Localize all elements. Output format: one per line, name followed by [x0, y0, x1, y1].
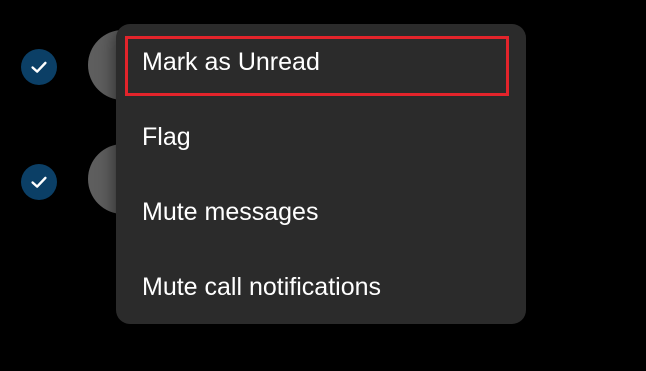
menu-item-mute-messages[interactable]: Mute messages: [116, 182, 526, 242]
context-menu: Mark as Unread Flag Mute messages Mute c…: [116, 24, 526, 324]
menu-item-label: Mark as Unread: [142, 47, 320, 76]
screen: Mark as Unread Flag Mute messages Mute c…: [0, 0, 646, 371]
selected-checkmark-icon[interactable]: [21, 49, 57, 85]
menu-item-mark-as-unread[interactable]: Mark as Unread: [116, 32, 526, 92]
menu-item-mute-call-notifications[interactable]: Mute call notifications: [116, 257, 526, 317]
menu-item-label: Mute messages: [142, 197, 319, 226]
menu-item-label: Mute call notifications: [142, 272, 382, 301]
checkmark-icon: [31, 61, 47, 73]
selected-checkmark-icon[interactable]: [21, 164, 57, 200]
menu-item-label: Flag: [142, 122, 191, 151]
checkmark-icon: [31, 176, 47, 188]
menu-item-flag[interactable]: Flag: [116, 107, 526, 167]
